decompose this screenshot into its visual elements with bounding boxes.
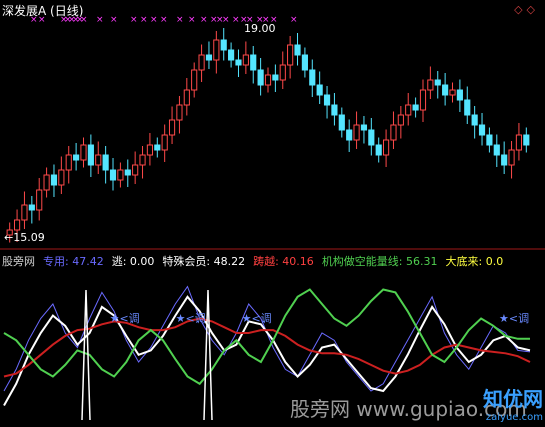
- candle-body: [242, 54, 249, 66]
- signal-x-mark: ×: [176, 15, 184, 25]
- price-high-label: 19.00: [244, 22, 276, 35]
- candle-body: [272, 74, 279, 81]
- candle-body: [198, 54, 205, 71]
- candle-body: [360, 124, 368, 131]
- candle-body: [486, 134, 493, 146]
- candle-body: [50, 174, 58, 186]
- signal-x-mark: ×: [232, 15, 240, 25]
- candle-body: [191, 69, 198, 91]
- candle-body: [434, 79, 441, 86]
- candle-body: [205, 54, 213, 61]
- candle-body: [478, 124, 486, 136]
- candle-body: [316, 84, 323, 96]
- candle-body: [338, 114, 345, 131]
- candle-body: [301, 54, 308, 71]
- candle-body: [65, 154, 72, 171]
- candle-body: [43, 174, 50, 191]
- candlestick-series: [6, 28, 530, 243]
- candle-body: [346, 129, 353, 141]
- candle-body: [353, 124, 360, 141]
- adjust-annotation: ★<调: [499, 312, 529, 325]
- candle-body: [80, 144, 87, 161]
- brand-sub: zaiyue.com: [485, 412, 543, 423]
- adjust-annotation: ★<调: [242, 312, 272, 325]
- signal-x-mark: ×: [110, 15, 118, 25]
- candle-body: [464, 99, 471, 116]
- candle-body: [397, 114, 404, 126]
- candle-body: [309, 69, 316, 86]
- candle-body: [523, 134, 530, 146]
- candle-body: [95, 154, 102, 166]
- signal-x-mark: ×: [150, 15, 158, 25]
- signal-x-mark: ×: [222, 15, 230, 25]
- candle-body: [390, 124, 397, 141]
- candle-body: [323, 94, 331, 106]
- candle-body: [250, 54, 257, 71]
- candle-body: [294, 44, 301, 56]
- candle-body: [58, 169, 65, 186]
- candle-body: [228, 49, 235, 61]
- signal-x-mark: ×: [160, 15, 168, 25]
- candle-body: [154, 144, 161, 151]
- candle-body: [412, 104, 419, 111]
- candle-body: [176, 104, 183, 121]
- candle-body: [213, 39, 220, 61]
- candle-body: [515, 134, 523, 151]
- candle-body: [168, 119, 176, 136]
- candle-body: [73, 154, 80, 161]
- candle-body: [279, 64, 286, 81]
- candle-body: [132, 164, 139, 176]
- candle-body: [139, 154, 146, 166]
- candle-body: [146, 144, 153, 156]
- candle-body: [264, 74, 272, 86]
- candle-body: [183, 89, 190, 106]
- adjust-annotation: ★<调: [176, 312, 206, 325]
- candle-body: [220, 39, 227, 51]
- candle-body: [257, 69, 264, 86]
- candle-body: [456, 89, 463, 101]
- candle-body: [383, 139, 390, 156]
- adjust-annotation: ★<调: [110, 312, 140, 325]
- candle-body: [21, 204, 28, 221]
- candle-body: [109, 169, 117, 181]
- candle-body: [161, 134, 168, 151]
- signal-x-mark: ×: [140, 15, 148, 25]
- candle-body: [124, 169, 131, 176]
- signal-x-mark: ×: [290, 15, 298, 25]
- signal-spike: [203, 289, 213, 421]
- signal-x-mark: ×: [130, 15, 138, 25]
- candle-body: [442, 84, 449, 96]
- candle-body: [87, 144, 94, 166]
- candle-body: [36, 189, 43, 211]
- price-low-label: ←15.09: [4, 231, 45, 244]
- price-chart-panel: × × ×××××× × × × × × × × × × ××× × ×× ×× × × 19.00 ←15.09: [0, 15, 545, 250]
- chart-title: 深发展A (日线): [2, 4, 84, 18]
- brand-name: 知优网: [483, 387, 543, 411]
- candle-body: [493, 144, 500, 156]
- candle-body: [471, 114, 478, 126]
- candle-body: [427, 79, 434, 91]
- brand-logo: 知优网 zaiyue.com: [483, 383, 543, 423]
- signal-x-mark: ×: [200, 15, 208, 25]
- signal-x-mark: ×: [96, 15, 104, 25]
- candle-body: [331, 104, 338, 116]
- candle-body: [102, 154, 109, 171]
- candle-body: [449, 89, 456, 96]
- candle-body: [28, 204, 35, 211]
- candle-body: [287, 44, 294, 66]
- candle-body: [375, 144, 382, 156]
- candle-body: [368, 129, 375, 146]
- candle-body: [235, 59, 242, 66]
- candle-body: [508, 149, 515, 166]
- candle-body: [405, 104, 412, 116]
- window-controls[interactable]: ◇◇: [514, 3, 539, 16]
- candle-body: [117, 169, 124, 181]
- signal-x-mark: ×: [188, 15, 196, 25]
- candle-body: [419, 89, 427, 111]
- candle-body: [13, 219, 21, 231]
- candle-body: [501, 154, 508, 166]
